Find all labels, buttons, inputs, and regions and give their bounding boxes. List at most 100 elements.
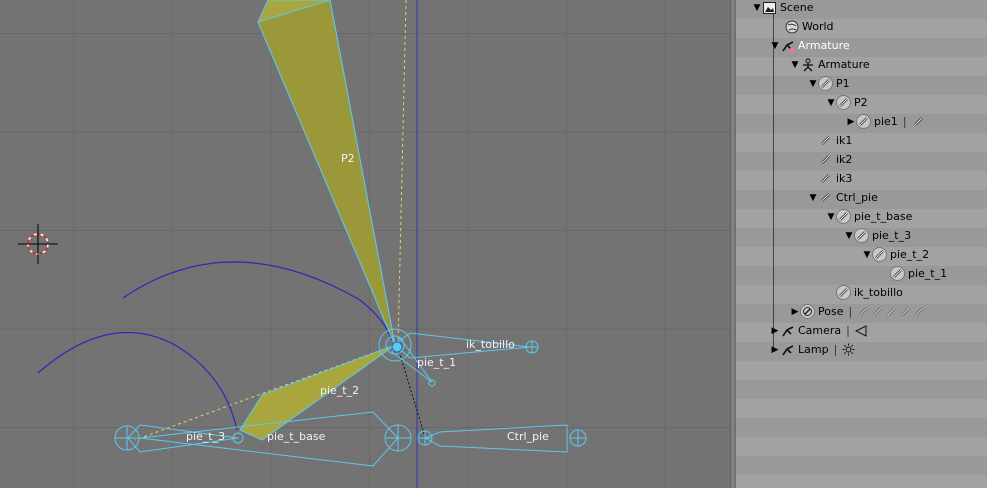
lamp-object-icon [780,342,795,357]
bone-icon [836,209,851,224]
outliner-row-world[interactable]: World [784,17,834,36]
bone-label-ctrl-pie: Ctrl_pie [507,430,549,443]
outliner-label: ik3 [836,172,853,185]
outliner-row-pie-t-2[interactable]: ▼ pie_t_2 [862,245,929,264]
collapse-triangle-icon[interactable]: ▼ [826,98,836,108]
bone-label-p2: P2 [341,152,355,165]
expand-triangle-icon[interactable]: ▶ [770,326,780,336]
outliner-label: Camera [798,324,842,337]
expand-triangle-icon[interactable]: ▶ [846,117,856,127]
outliner-label: ik_tobillo [854,286,903,299]
expand-triangle-icon[interactable]: ▶ [770,345,780,355]
camera-data-icon[interactable] [855,324,868,337]
outliner-label: ik2 [836,153,853,166]
tree-line [773,13,774,350]
bone-icon [854,228,869,243]
outliner-row-camera[interactable]: ▶ Camera | [770,321,869,340]
collapse-triangle-icon[interactable]: ▼ [844,231,854,241]
outliner-label: P1 [836,77,850,90]
bone-pie-t-2[interactable] [239,344,396,441]
outliner-label: Pose [818,305,844,318]
expand-triangle-icon[interactable]: ▶ [790,307,800,317]
outliner-label: ik1 [836,134,853,147]
separator: | [833,343,838,356]
outliner-label: pie_t_base [854,210,913,223]
bone-icon [818,133,833,148]
outliner-row-armature-object[interactable]: ▼ Armature [770,36,850,55]
outliner-row-ik-tobillo[interactable]: ik_tobillo [836,283,903,302]
relationship-line [397,0,407,346]
bone-icon [818,152,833,167]
bone-tail-joint [428,379,436,387]
outliner-row-p2[interactable]: ▼ P2 [826,93,868,112]
outliner-row-ik2[interactable]: ik2 [818,150,852,169]
outliner-row-pie-t-base[interactable]: ▼ pie_t_base [826,207,912,226]
3d-viewport[interactable]: P2 ik_tobillo pie_t_1 pie_t_2 pie_t_3 pi… [0,0,730,488]
bone-icon [872,247,887,262]
bone-label-ik-tobillo: ik_tobillo [466,338,515,351]
outliner-panel[interactable]: ▼ Scene World ▼ Armature ▼ Armature ▼ P1 [736,0,987,488]
outliner-row-ctrl-pie[interactable]: ▼ Ctrl_pie [808,188,878,207]
separator: | [848,305,853,318]
bone-head-joint [391,341,403,353]
bone-icon [818,190,833,205]
collapse-triangle-icon[interactable]: ▼ [770,41,780,51]
bone-label-pie-t-base: pie_t_base [267,430,326,443]
outliner-label: Ctrl_pie [836,191,878,204]
outliner-label: Armature [818,58,870,71]
outliner-label: P2 [854,96,868,109]
constraint-arc [122,261,393,341]
pose-icon [800,304,815,319]
outliner-label: World [802,20,834,33]
collapse-triangle-icon[interactable]: ▼ [808,193,818,203]
bone-icon[interactable] [857,305,870,318]
outliner-row-pie-t-3[interactable]: ▼ pie_t_3 [844,226,911,245]
bone-icon [818,171,833,186]
outliner-row-pose[interactable]: ▶ Pose | [790,302,927,321]
bone-icon [836,285,851,300]
bone-icon[interactable] [871,305,884,318]
collapse-triangle-icon[interactable]: ▼ [752,3,762,13]
bone-icon [836,95,851,110]
outliner-label: Lamp [798,343,829,356]
outliner-row-pie-t-1[interactable]: pie_t_1 [890,264,947,283]
outliner-label: Scene [780,1,814,14]
bone-icon[interactable] [912,115,925,128]
separator: | [846,324,850,337]
outliner-row-pie1[interactable]: ▶ pie1 | [846,112,926,131]
viewport-drawing [18,0,587,488]
outliner-label: pie1 [874,115,898,128]
3d-cursor-icon[interactable] [18,224,58,264]
bone-p2-face [257,0,396,346]
armature-object-icon [780,38,795,53]
outliner-label: pie_t_2 [890,248,930,261]
outliner-label: pie_t_1 [908,267,948,280]
outliner-row-scene[interactable]: ▼ Scene [752,0,814,17]
collapse-triangle-icon[interactable]: ▼ [826,212,836,222]
bone-label-pie-t-1: pie_t_1 [417,356,457,369]
outliner-row-ik1[interactable]: ik1 [818,131,852,150]
world-icon [784,19,799,34]
bone-icon [818,76,833,91]
collapse-triangle-icon[interactable]: ▼ [808,79,818,89]
collapse-triangle-icon[interactable]: ▼ [862,250,872,260]
bone-icon[interactable] [913,305,926,318]
bone-label-pie-t-2: pie_t_2 [320,384,360,397]
bone-label-pie-t-3: pie_t_3 [186,430,226,443]
bone-icon[interactable] [899,305,912,318]
camera-object-icon [780,323,795,338]
bone-icon[interactable] [885,305,898,318]
collapse-triangle-icon[interactable]: ▼ [790,60,800,70]
bone-icon [856,114,871,129]
separator: | [902,115,907,128]
outliner-row-p1[interactable]: ▼ P1 [808,74,850,93]
outliner-label: pie_t_3 [872,229,912,242]
constraint-arc [37,331,238,431]
outliner-row-ik3[interactable]: ik3 [818,169,852,188]
outliner-label-selected: Armature [798,39,850,52]
outliner-row-lamp[interactable]: ▶ Lamp | [770,340,856,359]
armature-data-icon [800,57,815,72]
lamp-data-icon[interactable] [842,343,855,356]
outliner-row-armature-data[interactable]: ▼ Armature [790,55,870,74]
scene-icon [762,0,777,15]
